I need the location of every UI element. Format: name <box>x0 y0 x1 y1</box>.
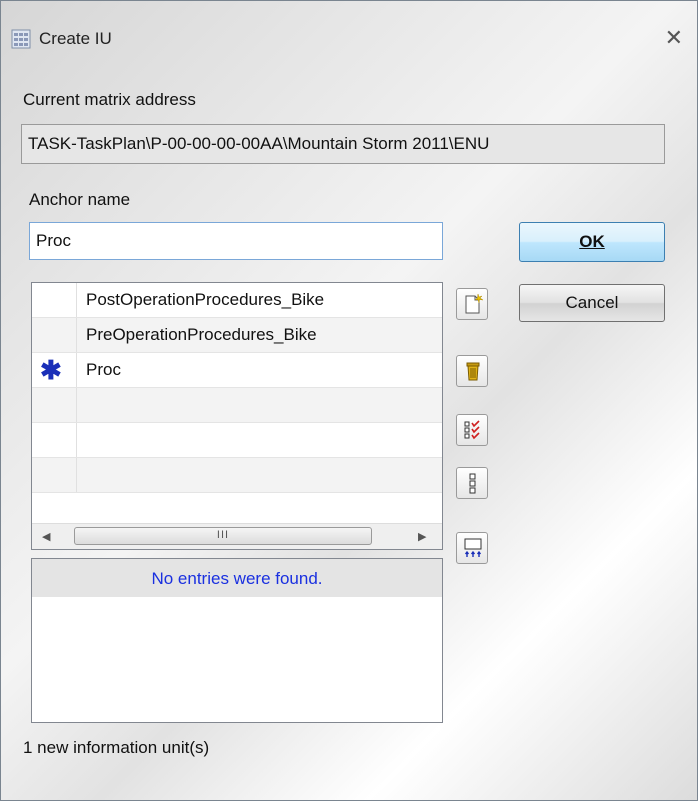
results-panel: No entries were found. <box>31 558 443 723</box>
information-unit-grid[interactable]: PostOperationProcedures_Bike PreOperatio… <box>31 282 443 550</box>
row-name: PreOperationProcedures_Bike <box>86 325 317 344</box>
check-list-button[interactable] <box>456 414 488 446</box>
list-view-button[interactable] <box>456 467 488 499</box>
anchor-name-label: Anchor name <box>29 190 131 209</box>
create-iu-dialog: Create IU ✕ Current matrix address TASK-… <box>0 0 698 801</box>
grid-row[interactable] <box>32 388 442 423</box>
window-title: Create IU <box>39 29 112 48</box>
sort-button[interactable] <box>456 532 488 564</box>
delete-button[interactable] <box>456 355 488 387</box>
delete-icon <box>466 362 480 381</box>
grid-row[interactable] <box>32 423 442 458</box>
grid-row[interactable] <box>32 458 442 493</box>
new-row-marker-icon: ✱ <box>40 355 62 385</box>
ok-label: OK <box>579 232 605 251</box>
grid-row[interactable]: PreOperationProcedures_Bike <box>32 318 442 353</box>
row-gutter <box>32 423 77 457</box>
matrix-address-field: TASK-TaskPlan\P-00-00-00-00AA\Mountain S… <box>21 124 665 164</box>
sort-icon <box>464 538 482 557</box>
scroll-left-icon[interactable]: ◀ <box>42 530 50 543</box>
horizontal-scrollbar[interactable]: ◀ III ▶ <box>32 523 442 549</box>
row-gutter <box>32 388 77 422</box>
check-list-icon <box>464 420 480 440</box>
cancel-button[interactable]: Cancel <box>519 284 665 322</box>
grid-row[interactable]: PostOperationProcedures_Bike <box>32 283 442 318</box>
empty-message: No entries were found. <box>151 569 323 588</box>
row-name: PostOperationProcedures_Bike <box>86 290 325 309</box>
scroll-grip: III <box>216 529 230 541</box>
close-icon[interactable]: ✕ <box>665 27 683 49</box>
scroll-right-icon[interactable]: ▶ <box>418 530 426 543</box>
app-icon <box>11 29 31 54</box>
row-gutter: ✱ <box>32 353 77 387</box>
row-gutter <box>32 283 77 317</box>
ok-button[interactable]: OK <box>519 222 665 262</box>
cancel-label: Cancel <box>565 293 619 312</box>
row-gutter <box>32 458 77 492</box>
status-text: 1 new information unit(s) <box>23 738 210 757</box>
row-name: Proc <box>86 360 121 379</box>
grid-row[interactable]: ✱ Proc <box>32 353 442 388</box>
anchor-name-input[interactable] <box>29 222 443 260</box>
row-gutter <box>32 318 77 352</box>
results-header: No entries were found. <box>32 559 442 597</box>
new-item-icon <box>465 293 484 314</box>
new-item-button[interactable] <box>456 288 488 320</box>
title-bar: Create IU ✕ <box>1 1 697 49</box>
matrix-address-label: Current matrix address <box>23 90 196 109</box>
list-icon <box>469 473 476 494</box>
scroll-thumb[interactable]: III <box>74 527 372 545</box>
